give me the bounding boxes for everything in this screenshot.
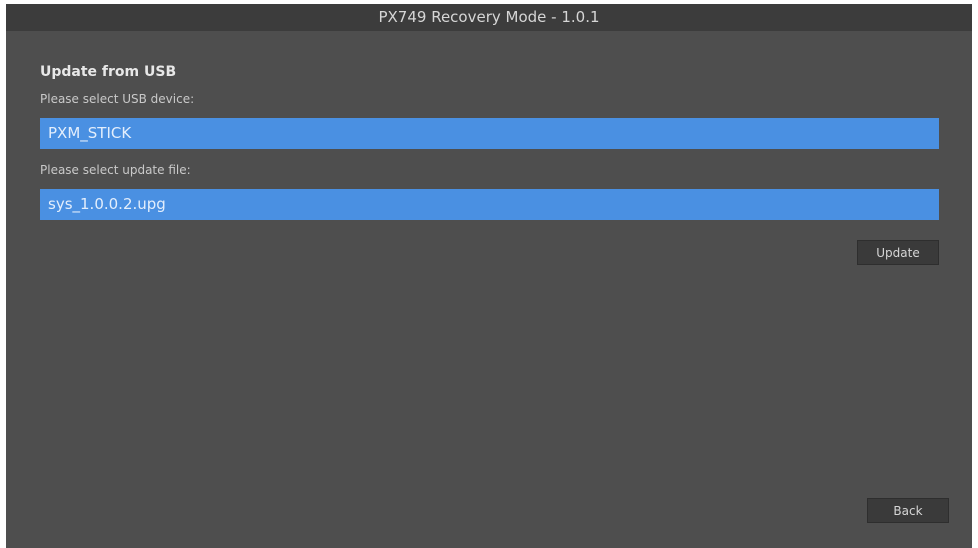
usb-device-item[interactable]: PXM_STICK (40, 118, 939, 149)
back-button[interactable]: Back (867, 498, 949, 523)
update-file-label: Please select update file: (40, 163, 191, 177)
usb-device-label: Please select USB device: (40, 92, 195, 106)
recovery-screen: PX749 Recovery Mode - 1.0.1 Update from … (6, 4, 972, 548)
section-heading: Update from USB (40, 64, 177, 80)
update-button[interactable]: Update (857, 240, 939, 265)
window-title: PX749 Recovery Mode - 1.0.1 (6, 4, 972, 31)
update-file-item[interactable]: sys_1.0.0.2.upg (40, 189, 939, 220)
